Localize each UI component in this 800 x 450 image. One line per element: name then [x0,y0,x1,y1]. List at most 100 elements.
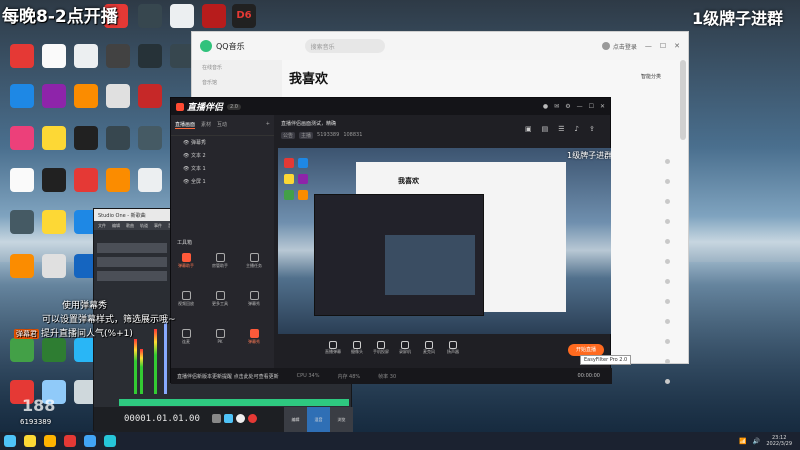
qq-scrollbar[interactable] [680,60,686,140]
desktop-icon[interactable] [164,4,200,28]
desktop-icon[interactable] [4,338,40,362]
source-item[interactable]: 👁 弹幕秀 [171,136,274,149]
volume-icon[interactable]: 🔊 [753,438,760,445]
tool-button[interactable]: 弹幕秀 [243,291,265,307]
song-row-more-icon[interactable] [665,179,670,184]
timeline-bar[interactable] [119,399,349,406]
tool-button[interactable]: 弹幕秀 [243,329,265,345]
tool-button[interactable]: PK [209,329,231,344]
track-row[interactable] [97,243,167,253]
song-row-more-icon[interactable] [665,219,670,224]
fader[interactable] [164,319,167,394]
source-item[interactable]: 👁 文本 1 [171,162,274,175]
explorer-icon[interactable] [44,435,56,447]
mail-icon[interactable]: ✉ [554,103,559,110]
update-notice[interactable]: 直播伴侣新版本更新提醒 点击此处可查看更新 [177,373,279,380]
chart-icon[interactable]: ▤ [542,125,549,133]
rewind-icon[interactable] [212,414,221,423]
desktop-icon[interactable] [36,338,72,362]
desktop-icon[interactable] [36,44,72,68]
desktop-icon[interactable] [36,84,72,108]
desktop-icon[interactable] [4,44,40,68]
desktop-icon[interactable] [36,126,72,150]
tab-material[interactable]: 素材 [201,121,211,129]
app-icon[interactable] [104,435,116,447]
record-button[interactable]: 录屏机 [394,341,416,355]
desktop-icon[interactable] [132,84,168,108]
menu-item[interactable]: 事件 [154,223,162,228]
live-preview[interactable]: 我喜欢 1级牌子进群 [278,148,611,334]
desktop-icon[interactable] [100,126,136,150]
desktop-icon[interactable] [4,126,40,150]
tool-button[interactable]: 连麦 [175,329,197,345]
settings-icon[interactable]: ⚙ [565,103,570,110]
desktop-icon[interactable] [132,168,168,192]
desktop-icon[interactable] [132,126,168,150]
meta-chip[interactable]: 公告 [281,132,296,139]
tool-button[interactable]: 主播任务 [243,253,265,269]
desktop-icon[interactable] [4,210,40,234]
tool-button[interactable]: 视频回放 [175,291,197,307]
tool-button[interactable]: 更多工具 [209,291,231,307]
song-row-more-icon[interactable] [665,199,670,204]
desktop-icon[interactable] [68,84,104,108]
add-source-icon[interactable]: + [266,121,270,129]
tool-button[interactable]: 房管助手 [209,253,231,269]
track-row[interactable] [97,271,167,281]
share-icon[interactable]: ⇪ [589,125,595,133]
list-icon[interactable]: ☰ [558,125,564,133]
tool-button[interactable]: 弹幕助手 [175,253,197,269]
source-item[interactable]: 👁 文本 2 [171,149,274,162]
desktop-icon[interactable] [100,84,136,108]
danmaku-button[interactable]: 直播弹幕 [322,341,344,355]
source-item[interactable]: 👁 全屏 1 [171,175,274,188]
app-icon[interactable] [64,435,76,447]
record-icon[interactable] [248,414,257,423]
song-row-more-icon[interactable] [665,359,670,364]
chrome-icon[interactable] [24,435,36,447]
app-icon[interactable] [84,435,96,447]
menu-item[interactable]: 歌曲 [126,223,134,228]
desktop-icon[interactable] [68,126,104,150]
qq-sidebar-item[interactable]: 在线音乐 [192,60,282,75]
play-icon[interactable] [236,414,245,423]
clock[interactable]: 23:12 2022/3/29 [766,435,792,447]
qq-search-input[interactable]: 搜索音乐 [304,39,385,53]
speaker-button[interactable]: 扬声器 [442,341,464,355]
desktop-icon[interactable] [100,44,136,68]
close-icon[interactable]: ✕ [674,42,680,50]
song-row-more-icon[interactable] [665,259,670,264]
desktop-icon[interactable] [36,168,72,192]
tab-interact[interactable]: 互动 [217,121,227,129]
stop-icon[interactable] [224,414,233,423]
camera-button[interactable]: 摄像头 [346,341,368,355]
minimize-icon[interactable]: — [645,42,652,50]
menu-item[interactable]: 文件 [98,223,106,228]
minimize-icon[interactable]: — [577,103,583,110]
maximize-icon[interactable]: ☐ [589,103,594,110]
song-row-more-icon[interactable] [665,299,670,304]
desktop-icon[interactable]: D6 [226,4,262,28]
song-row-more-icon[interactable] [665,319,670,324]
desktop-icon[interactable] [36,254,72,278]
browse-view-button[interactable]: 浏览 [330,407,353,432]
mic-button[interactable]: 麦克风 [418,341,440,355]
tab-scene[interactable]: 直播画面 [175,121,196,129]
qq-login[interactable]: 点击登录 [601,42,637,51]
bell-icon[interactable]: ♪ [575,125,579,133]
avatar[interactable]: ● [543,103,548,110]
menu-item[interactable]: 轨道 [140,223,148,228]
song-row-more-icon[interactable] [665,339,670,344]
song-row-more-icon[interactable] [665,239,670,244]
song-row-more-icon[interactable] [665,159,670,164]
desktop-icon[interactable] [4,168,40,192]
desktop-icon[interactable] [68,168,104,192]
song-row-more-icon[interactable] [665,379,670,384]
edit-view-button[interactable]: 编辑 [284,407,307,432]
meta-chip[interactable]: 主播 [299,132,314,139]
track-row[interactable] [97,257,167,267]
close-icon[interactable]: ✕ [600,103,605,110]
gift-icon[interactable]: ▣ [525,125,532,133]
live-title-input[interactable]: 直播伴侣画面测试，精确 [281,120,336,127]
maximize-icon[interactable]: ☐ [660,42,666,50]
